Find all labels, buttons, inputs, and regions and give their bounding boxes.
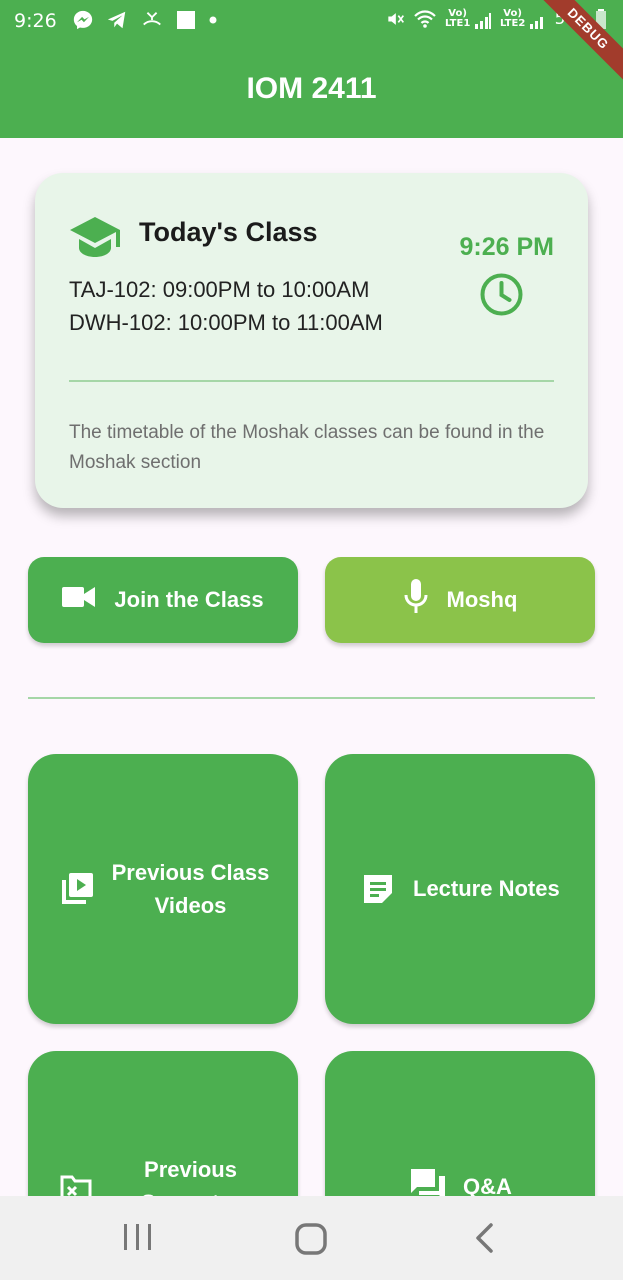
timetable-note: The timetable of the Moshak classes can … (69, 422, 545, 473)
page-title: IOM 2411 (246, 72, 377, 105)
recent-apps-icon (124, 1224, 151, 1250)
back-icon (476, 1223, 493, 1253)
class-entry: TAJ-102: 09:00PM to 10:00AM (69, 277, 370, 302)
recent-apps-button[interactable] (122, 1222, 154, 1257)
videocam-icon (62, 585, 96, 615)
video-library-icon (58, 872, 94, 914)
tile-label: Lecture Notes (413, 876, 560, 901)
wifi-icon (413, 10, 436, 28)
microphone-icon (403, 579, 429, 621)
section-divider (28, 697, 595, 699)
todays-class-card: Today's Class 9:26 PM TAJ-102: 09:00PM t… (35, 173, 588, 508)
missed-call-icon (143, 12, 161, 26)
previous-class-videos-tile[interactable]: Previous Class Videos (28, 754, 298, 1024)
network-lte1: Vo) LTE1 (445, 9, 492, 29)
system-nav-bar (0, 1196, 623, 1280)
telegram-icon (107, 11, 126, 29)
moshq-button[interactable]: Moshq (325, 557, 595, 643)
app-bar: 9:26 Vo) LTE1 Vo) LTE2 5 % IOM 2411 (0, 0, 623, 138)
home-button[interactable] (294, 1222, 328, 1261)
join-class-label: Join the Class (114, 587, 264, 612)
join-class-button[interactable]: Join the Class (28, 557, 298, 643)
graduation-cap-icon (69, 215, 121, 264)
mute-vibrate-icon (387, 13, 404, 25)
current-time: 9:26 PM (459, 233, 554, 261)
dot-icon (209, 16, 217, 24)
home-icon (295, 1223, 327, 1255)
status-bar: 9:26 Vo) LTE1 Vo) LTE2 5 % (0, 0, 623, 44)
square-icon (177, 11, 195, 29)
network-lte1-label: Vo) LTE1 (444, 8, 471, 29)
notification-icons (72, 9, 218, 31)
back-button[interactable] (472, 1222, 496, 1259)
clock-icon (479, 272, 524, 322)
moshq-label: Moshq (446, 587, 518, 612)
status-time: 9:26 (14, 10, 57, 32)
messenger-icon (73, 10, 93, 30)
card-title: Today's Class (139, 217, 318, 247)
signal-bars-icon (474, 13, 491, 29)
network-lte2-label: Vo) LTE2 (499, 8, 526, 29)
network-lte2: Vo) LTE2 (500, 9, 547, 29)
class-entry: DWH-102: 10:00PM to 11:00AM (69, 310, 383, 335)
tile-label: Previous Class Videos (111, 860, 270, 918)
lecture-notes-tile[interactable]: Lecture Notes (325, 754, 595, 1024)
signal-bars-icon (529, 17, 543, 29)
sticky-note-icon (361, 872, 395, 912)
card-divider (69, 380, 554, 382)
